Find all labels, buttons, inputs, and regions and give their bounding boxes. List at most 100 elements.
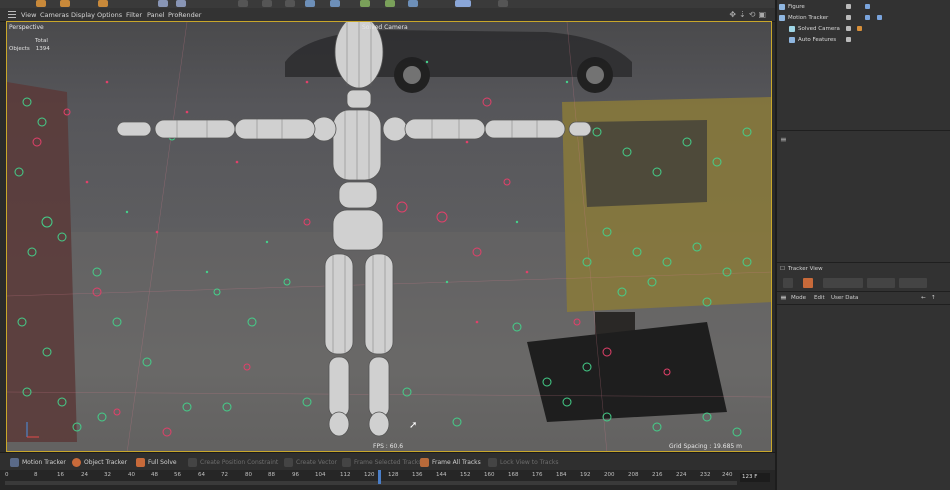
toolbar-button[interactable]: [60, 0, 70, 7]
playhead[interactable]: [378, 470, 381, 484]
tracker-view-button[interactable]: [803, 278, 813, 288]
object-tracker-label: Object Tracker: [84, 459, 128, 466]
attr-mode[interactable]: Mode: [791, 295, 806, 301]
vector-icon: [284, 458, 293, 467]
toolbar-button[interactable]: [98, 0, 108, 7]
tick-label: 16: [57, 472, 64, 478]
menu-options[interactable]: Options: [97, 11, 122, 19]
object-name: Auto Features: [798, 36, 837, 43]
tick-label: 72: [221, 472, 228, 478]
viewport-name[interactable]: Perspective: [9, 24, 44, 31]
motion-tracker-button[interactable]: Motion Tracker: [10, 457, 66, 468]
tick-label: 200: [604, 472, 615, 478]
toolbar-button[interactable]: [498, 0, 508, 7]
tag-icon[interactable]: [857, 26, 862, 31]
tick-label: 80: [245, 472, 252, 478]
tracker-view-checkbox[interactable]: ☐: [780, 266, 785, 272]
tracker-view-button[interactable]: [783, 278, 793, 288]
visibility-toggle[interactable]: [846, 15, 851, 20]
object-row-solved-camera[interactable]: Solved Camera: [789, 24, 840, 33]
total-label: Total: [35, 38, 48, 44]
timeline[interactable]: 0 8 16 24 32 40 48 56 64 72 80 88 96 104…: [0, 470, 775, 490]
frame-selected-tracks-button[interactable]: Frame Selected Tracks: [342, 457, 421, 468]
toolbar-button[interactable]: [305, 0, 315, 7]
toolbar-button[interactable]: [455, 0, 471, 7]
frame-selected-label: Frame Selected Tracks: [354, 459, 422, 466]
tick-label: 152: [460, 472, 471, 478]
toolbar-button[interactable]: [262, 0, 272, 7]
menu-display[interactable]: Display: [71, 11, 95, 19]
tracker-view-button[interactable]: [867, 278, 895, 288]
tag-icon[interactable]: [865, 4, 870, 9]
tick-label: 24: [81, 472, 88, 478]
panel-divider: [777, 304, 950, 305]
tracker-view-label: Tracker View: [788, 266, 823, 272]
menu-icon[interactable]: ≡: [780, 293, 787, 302]
tick-label: 32: [104, 472, 111, 478]
3d-viewport[interactable]: Perspective Solved Camera Total Objects 1…: [6, 21, 772, 452]
lock-view-icon: [488, 458, 497, 467]
object-name: Figure: [788, 3, 805, 10]
up-arrow-icon[interactable]: ↑: [931, 295, 936, 301]
lock-view-label: Lock View to Tracks: [500, 459, 559, 466]
lock-view-button[interactable]: Lock View to Tracks: [488, 457, 559, 468]
tick-label: 128: [388, 472, 399, 478]
menu-icon[interactable]: ≡: [780, 135, 787, 144]
menu-view[interactable]: View: [21, 11, 36, 19]
object-row-motion-tracker[interactable]: Motion Tracker: [779, 13, 828, 22]
fps-readout: FPS : 60.6: [373, 443, 404, 450]
tick-label: 192: [580, 472, 591, 478]
toolbar-button[interactable]: [385, 0, 395, 7]
toolbar-button[interactable]: [360, 0, 370, 7]
full-solve-icon: [136, 458, 145, 467]
attr-edit[interactable]: Edit: [814, 295, 825, 301]
current-frame-field[interactable]: 123 F: [740, 473, 770, 482]
tick-label: 240: [722, 472, 733, 478]
back-arrow-icon[interactable]: ←: [921, 295, 926, 301]
toolbar-button[interactable]: [408, 0, 418, 7]
tag-icon[interactable]: [865, 15, 870, 20]
object-name: Motion Tracker: [788, 14, 829, 21]
tick-label: 112: [340, 472, 351, 478]
hud-stats: Total Objects 1394: [9, 37, 50, 53]
create-vector-button[interactable]: Create Vector: [284, 457, 337, 468]
menu-filter[interactable]: Filter: [126, 11, 142, 19]
tick-label: 40: [128, 472, 135, 478]
object-row-auto-features[interactable]: Auto Features: [789, 35, 836, 44]
frame-selected-icon: [342, 458, 351, 467]
visibility-toggle[interactable]: [846, 4, 851, 9]
viewport-nav-icons[interactable]: ✥⇣⟲▣: [729, 10, 769, 19]
object-row-figure[interactable]: Figure: [779, 2, 805, 11]
menu-prorender[interactable]: ProRender: [168, 11, 201, 19]
frame-all-tracks-button[interactable]: Frame All Tracks: [420, 457, 481, 468]
object-tracker-button[interactable]: Object Tracker: [72, 457, 127, 468]
tick-label: 224: [676, 472, 687, 478]
tick-label: 216: [652, 472, 663, 478]
toolbar-button[interactable]: [36, 0, 46, 7]
tracker-view-button[interactable]: [823, 278, 863, 288]
toolbar-button[interactable]: [285, 0, 295, 7]
panel-divider: [777, 291, 950, 292]
menu-icon[interactable]: [8, 11, 16, 18]
visibility-toggle[interactable]: [846, 37, 851, 42]
menu-cameras[interactable]: Cameras: [40, 11, 69, 19]
tick-label: 184: [556, 472, 567, 478]
tracker-view-button[interactable]: [899, 278, 927, 288]
timeline-track[interactable]: [5, 481, 737, 485]
toolbar-button[interactable]: [158, 0, 168, 7]
tick-label: 120: [364, 472, 375, 478]
camera-name[interactable]: Solved Camera: [362, 24, 408, 31]
full-solve-button[interactable]: Full Solve: [136, 457, 177, 468]
tick-label: 176: [532, 472, 543, 478]
tag-icon[interactable]: [877, 15, 882, 20]
attr-user-data[interactable]: User Data: [831, 295, 858, 301]
toolbar-button[interactable]: [238, 0, 248, 7]
tick-label: 104: [315, 472, 326, 478]
toolbar-button[interactable]: [176, 0, 186, 7]
toolbar-button[interactable]: [330, 0, 340, 7]
visibility-toggle[interactable]: [846, 26, 851, 31]
viewport-menubar: View Cameras Display Options Filter Pane…: [0, 8, 775, 22]
create-position-constraint-button[interactable]: Create Position Constraint: [188, 457, 278, 468]
tick-label: 0: [5, 472, 9, 478]
menu-panel[interactable]: Panel: [147, 11, 165, 19]
